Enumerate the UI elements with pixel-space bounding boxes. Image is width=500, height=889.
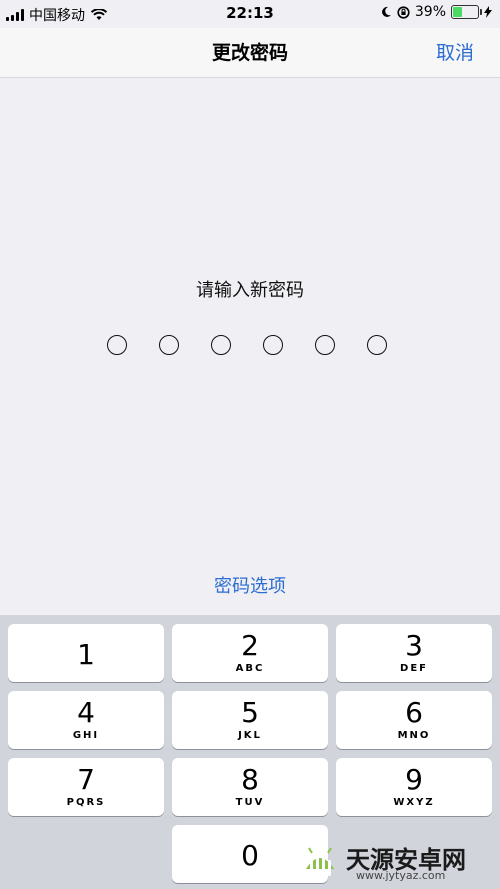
android-logo-icon <box>306 847 334 877</box>
charging-icon <box>484 6 492 18</box>
battery-icon <box>451 5 482 19</box>
key-8-button[interactable]: 8 TUV <box>172 758 328 816</box>
key-1-button[interactable]: 1 <box>8 624 164 682</box>
site-logo: 天源安卓网 www.jytyaz.com <box>296 839 496 883</box>
key-digit: 6 <box>405 696 423 729</box>
key-letters: TUV <box>235 797 265 808</box>
key-letters: DEF <box>400 663 428 674</box>
key-4-button[interactable]: 4 GHI <box>8 691 164 749</box>
passcode-prompt: 请输入新密码 <box>196 280 304 301</box>
status-bar: 中国移动 22:13 39% <box>0 0 500 28</box>
moon-icon <box>381 6 391 17</box>
key-letters: GHI <box>72 730 100 741</box>
key-letters: JKL <box>238 730 262 741</box>
key-digit: 3 <box>405 629 423 662</box>
rotation-lock-icon <box>397 5 410 19</box>
key-digit: 9 <box>405 763 423 796</box>
key-letters: PQRS <box>66 797 106 808</box>
key-5-button[interactable]: 5 JKL <box>172 691 328 749</box>
key-2-button[interactable]: 2 ABC <box>172 624 328 682</box>
key-digit: 7 <box>77 763 95 796</box>
passcode-options-link[interactable]: 密码选项 <box>0 572 500 598</box>
status-right: 39% <box>380 4 492 20</box>
key-letters: WXYZ <box>393 797 435 808</box>
key-3-button[interactable]: 3 DEF <box>336 624 492 682</box>
key-digit: 5 <box>241 696 259 729</box>
key-digit: 1 <box>77 638 95 671</box>
passcode-dot <box>211 335 231 355</box>
key-7-button[interactable]: 7 PQRS <box>8 758 164 816</box>
key-letters: MNO <box>397 730 431 741</box>
key-6-button[interactable]: 6 MNO <box>336 691 492 749</box>
key-letters: ABC <box>235 663 265 674</box>
watermark-url: www.jytyaz.com <box>356 869 446 882</box>
passcode-dot <box>159 335 179 355</box>
passcode-dot <box>263 335 283 355</box>
cancel-button[interactable]: 取消 <box>436 38 474 65</box>
battery-percent: 39% <box>414 4 446 20</box>
page-title: 更改密码 <box>211 42 288 64</box>
key-digit: 4 <box>77 696 95 729</box>
passcode-dot <box>315 335 335 355</box>
passcode-dots <box>107 335 392 359</box>
passcode-dot <box>107 335 127 355</box>
key-9-button[interactable]: 9 WXYZ <box>336 758 492 816</box>
passcode-dot <box>367 335 387 355</box>
nav-bar: 更改密码 取消 <box>0 28 500 78</box>
key-digit: 8 <box>241 763 259 796</box>
key-digit: 2 <box>241 629 259 662</box>
battery-level <box>453 7 462 17</box>
